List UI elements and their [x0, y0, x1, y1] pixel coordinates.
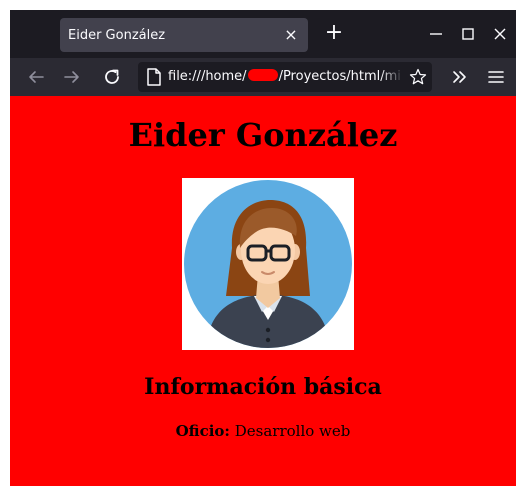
back-arrow-icon[interactable]	[24, 65, 48, 89]
navigation-toolbar: file:///home//Proyectos/html/mi	[10, 58, 516, 96]
url-prefix: file:///home/	[168, 69, 247, 84]
url-bar[interactable]: file:///home//Proyectos/html/mi	[138, 62, 432, 92]
avatar-illustration	[184, 180, 352, 348]
page-content: Eider González Información básica Oficio…	[10, 96, 516, 486]
info-line: Oficio: Desarrollo web	[10, 422, 516, 440]
profile-photo	[182, 178, 354, 350]
maximize-icon[interactable]	[456, 22, 480, 46]
window-close-icon[interactable]	[488, 22, 512, 46]
page-icon	[147, 68, 161, 86]
forward-arrow-icon[interactable]	[60, 65, 84, 89]
tab-active[interactable]: Eider González ×	[60, 18, 308, 52]
url-text: file:///home//Proyectos/html/mi	[168, 69, 401, 84]
tab-title: Eider González	[68, 27, 166, 43]
bookmark-star-icon[interactable]	[408, 67, 428, 87]
close-icon[interactable]: ×	[282, 26, 300, 44]
reload-icon[interactable]	[100, 65, 124, 89]
url-fade	[380, 62, 404, 92]
redaction-mark	[247, 69, 278, 81]
plus-icon[interactable]: +	[322, 22, 346, 46]
page-title: Eider González	[128, 116, 398, 154]
tab-bar: Eider González × +	[10, 10, 516, 58]
minimize-icon[interactable]	[424, 22, 448, 46]
section-title: Información básica	[144, 374, 382, 400]
chevron-double-right-icon[interactable]	[448, 65, 472, 89]
info-label: Oficio:	[175, 422, 230, 440]
info-value: Desarrollo web	[234, 422, 351, 440]
hamburger-menu-icon[interactable]	[484, 65, 508, 89]
